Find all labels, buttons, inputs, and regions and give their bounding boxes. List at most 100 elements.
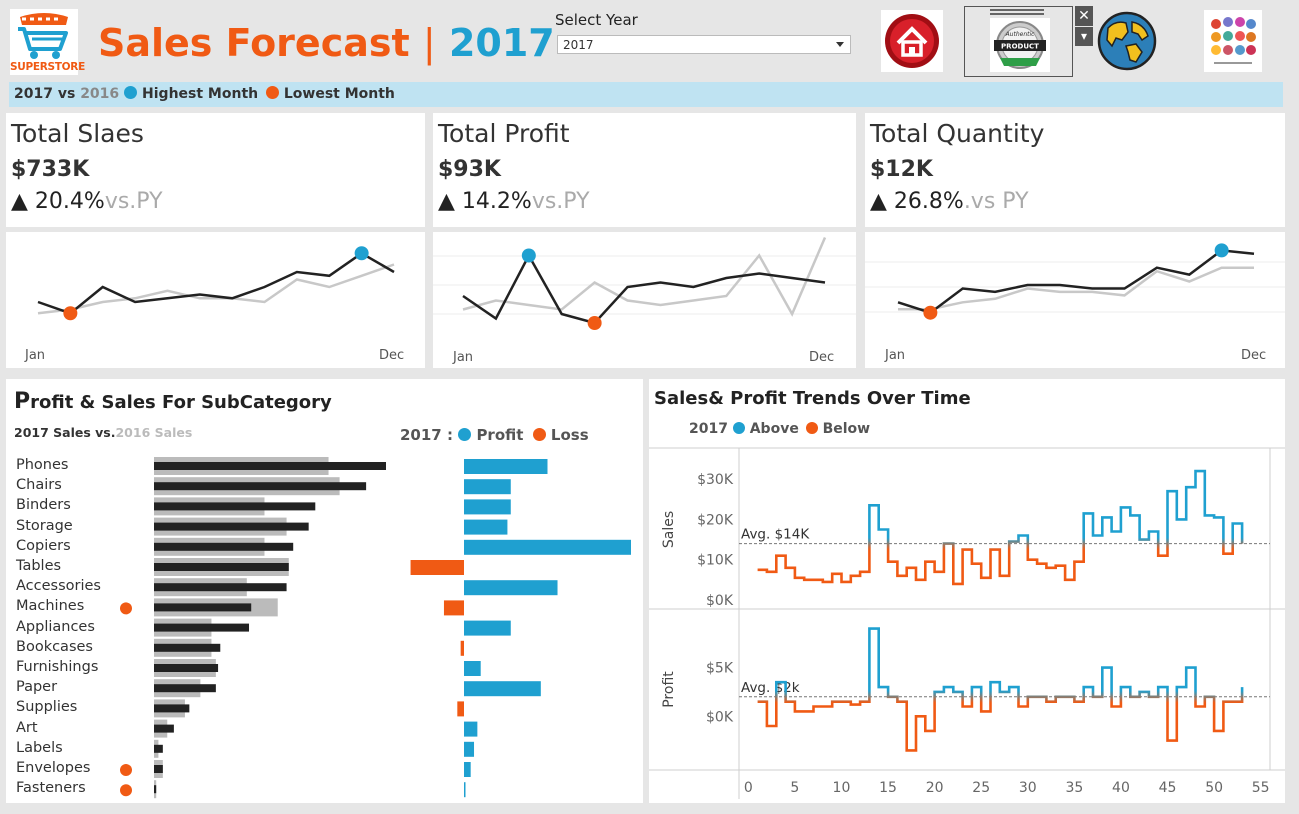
- page-title: Sales Forecast | 2017: [98, 19, 555, 67]
- current-sales-bar: [154, 623, 250, 632]
- kpi-change-value: 14.2%: [461, 189, 532, 214]
- profit-bar: [464, 762, 471, 777]
- up-arrow-icon: ▲: [438, 189, 455, 214]
- kpi-change-value: 20.4%: [34, 189, 105, 214]
- y-tick-label: $20K: [697, 512, 734, 528]
- current-sales-bar: [154, 684, 216, 693]
- globe-button[interactable]: [1096, 10, 1158, 72]
- sparkline-start-label: Jan: [25, 348, 46, 363]
- select-year-label: Select Year: [555, 11, 638, 29]
- x-tick-label: 10: [833, 780, 851, 796]
- loss-indicator-dot: [120, 784, 132, 797]
- home-button[interactable]: [881, 10, 943, 72]
- x-tick-label: 45: [1159, 780, 1177, 796]
- profit-bar: [464, 620, 511, 636]
- page-title-year: 2017: [448, 21, 555, 65]
- y-tick-label: $30K: [697, 472, 734, 488]
- page-title-text: Sales Forecast: [98, 21, 410, 65]
- kpi-change: ▲ 14.2%vs.PY: [438, 189, 590, 214]
- current-sales-bar: [154, 785, 157, 794]
- sparkline-start-label: Jan: [453, 350, 474, 365]
- current-year-line: [897, 249, 1255, 315]
- sales-profit-trend-chart[interactable]: $0K $10K $20K $30K Sales Avg. $14K $0K $5K Profi…: [649, 379, 1285, 803]
- profit-sparkline-chart[interactable]: [433, 232, 856, 368]
- globe-icon: [1097, 11, 1157, 71]
- quantity-sparkline-chart[interactable]: [865, 232, 1285, 368]
- x-tick-label: 50: [1205, 780, 1223, 796]
- kpi-card-profit: Total Profit $93K ▲ 14.2%vs.PY: [433, 113, 856, 227]
- x-tick-label: 40: [1112, 780, 1130, 796]
- highest-month-marker: [354, 246, 369, 261]
- logo-text: SUPERSTORE: [10, 61, 85, 73]
- profit-bar: [464, 741, 475, 757]
- home-icon: [885, 14, 939, 68]
- sales-sparkline-chart[interactable]: [6, 232, 425, 368]
- profit-bar: [464, 661, 481, 676]
- average-label: Avg. $2k: [741, 680, 800, 696]
- highest-month-dot: [124, 86, 138, 99]
- dropdown-icon: ▾: [1080, 29, 1088, 43]
- current-sales-bar: [154, 462, 386, 470]
- x-tick-label: 30: [1019, 780, 1037, 796]
- y-tick-label: $5K: [706, 661, 734, 677]
- loss-bar: [460, 640, 464, 656]
- highest-month-marker: [1214, 243, 1229, 258]
- y-tick-label: $10K: [697, 553, 734, 569]
- kpi-card-quantity: Total Quantity $12K ▲ 26.8%.vs PY: [865, 113, 1285, 227]
- legend-current-year: 2017: [14, 86, 53, 102]
- lowest-month-dot: [265, 86, 279, 99]
- legend-vs: vs: [57, 86, 76, 102]
- chevron-down-icon: [836, 42, 844, 47]
- profit-bar: [464, 479, 511, 495]
- loss-indicator-dot: [120, 602, 132, 615]
- highest-month-marker: [521, 248, 536, 263]
- current-sales-bar: [154, 522, 309, 531]
- subcategory-bar-chart[interactable]: [6, 379, 643, 803]
- loss-bar: [443, 600, 464, 616]
- current-sales-bar: [154, 765, 163, 773]
- product-grid-button[interactable]: [1204, 10, 1262, 72]
- sparkline-end-label: Dec: [379, 348, 405, 363]
- legend-lowest-month: Lowest Month: [283, 86, 395, 102]
- lowest-month-marker: [923, 305, 938, 320]
- close-button[interactable]: ✕: [1075, 6, 1093, 26]
- header-bar: SUPERSTORE Sales Forecast | 2017 Select …: [0, 0, 1299, 80]
- average-label: Avg. $14K: [741, 527, 810, 543]
- loss-bar: [410, 560, 464, 575]
- sparkline-end-label: Dec: [809, 350, 835, 365]
- profit-bar: [464, 580, 558, 596]
- title-separator: |: [422, 21, 436, 65]
- kpi-title: Total Profit: [438, 119, 570, 148]
- profit-bar: [464, 681, 541, 697]
- x-tick-label: 55: [1252, 780, 1270, 796]
- current-sales-bar: [154, 563, 289, 571]
- year-dropdown-value: 2017: [563, 38, 594, 52]
- sparkline-end-label: Dec: [1241, 348, 1267, 363]
- profit-bar: [464, 499, 511, 515]
- profit-bar: [464, 519, 508, 535]
- close-icon: ✕: [1078, 8, 1090, 24]
- x-tick-label: 15: [879, 780, 897, 796]
- current-sales-bar: [154, 583, 287, 592]
- loss-indicator-dot: [120, 764, 132, 776]
- year-dropdown[interactable]: 2017: [557, 35, 851, 54]
- sparkline-panel-sales: Jan Dec: [6, 232, 425, 368]
- legend-previous-year: 2016: [80, 86, 120, 102]
- lowest-month-marker: [587, 316, 602, 330]
- y-tick-label: $0K: [706, 709, 734, 725]
- authentic-product-button[interactable]: Authentic PRODUCT: [964, 6, 1073, 77]
- kpi-card-sales: Total Slaes $733K ▲ 20.4%vs.PY: [6, 113, 425, 227]
- x-tick-label: 0: [744, 780, 753, 796]
- kpi-change: ▲ 26.8%.vs PY: [870, 189, 1029, 214]
- current-sales-bar: [154, 664, 219, 672]
- kpi-vs-label: .vs PY: [963, 189, 1029, 214]
- sparkline-start-label: Jan: [885, 348, 906, 363]
- kpi-change: ▲ 20.4%vs.PY: [11, 189, 163, 214]
- current-year-line: [462, 252, 826, 325]
- sales-trend-line: [757, 469, 1244, 586]
- more-options-button[interactable]: ▾: [1075, 27, 1093, 46]
- kpi-value: $12K: [870, 157, 933, 182]
- current-sales-bar: [154, 502, 316, 511]
- previous-year-line: [898, 266, 1254, 311]
- drag-handle[interactable]: [990, 8, 1044, 16]
